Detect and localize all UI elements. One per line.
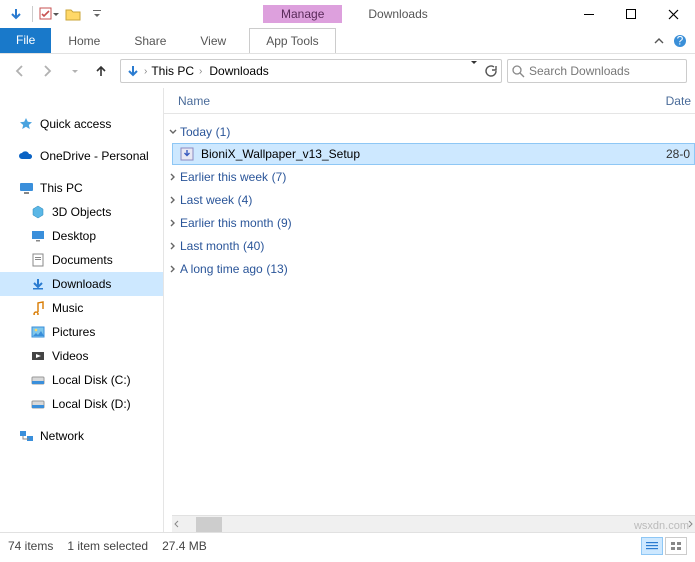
file-row-selected[interactable]: BioniX_Wallpaper_v13_Setup 28-0 [172, 143, 695, 165]
search-placeholder: Search Downloads [529, 64, 630, 78]
down-arrow-address-icon[interactable] [123, 61, 143, 81]
tab-share[interactable]: Share [117, 28, 183, 53]
recent-locations-button[interactable] [62, 59, 86, 83]
crumb-separator[interactable]: › [144, 66, 147, 77]
details-view-button[interactable] [641, 537, 663, 555]
file-groups: Today (1) BioniX_Wallpaper_v13_Setup 28-… [164, 114, 695, 515]
column-name[interactable]: Name [164, 94, 210, 108]
group-last-month[interactable]: Last month (40) [164, 234, 695, 257]
qat-folder-icon[interactable] [63, 3, 83, 25]
view-toggles [641, 537, 687, 555]
star-icon [18, 116, 34, 132]
help-icon[interactable]: ? [673, 34, 687, 48]
chevron-right-icon [166, 172, 180, 182]
tree-local-disk-c[interactable]: Local Disk (C:) [0, 368, 163, 392]
title-bar: Manage Downloads [0, 0, 695, 28]
tree-onedrive[interactable]: OneDrive - Personal [0, 144, 163, 168]
computer-icon [18, 180, 34, 196]
status-selection: 1 item selected [67, 539, 148, 553]
tree-music[interactable]: Music [0, 296, 163, 320]
group-last-week[interactable]: Last week (4) [164, 188, 695, 211]
tree-videos[interactable]: Videos [0, 344, 163, 368]
maximize-button[interactable] [613, 4, 649, 24]
svg-text:?: ? [677, 34, 684, 48]
watermark: wsxdn.com [634, 520, 689, 532]
tab-home[interactable]: Home [51, 28, 117, 53]
address-dropdown-icon[interactable] [470, 64, 477, 78]
window-title: Downloads [368, 7, 427, 21]
file-date: 28-0 [666, 147, 694, 161]
navigation-bar: › This PC› Downloads Search Downloads [0, 54, 695, 88]
qat-overflow-icon[interactable] [87, 3, 107, 25]
address-bar[interactable]: › This PC› Downloads [120, 59, 502, 83]
ribbon-expand-icon[interactable] [653, 35, 665, 47]
window-controls [571, 4, 691, 24]
contextual-tab-header: Manage [263, 5, 342, 23]
file-list-pane: Name Date Today (1) BioniX_Wallpaper_v13… [164, 88, 695, 532]
navigation-pane[interactable]: Quick access OneDrive - Personal This PC… [0, 88, 164, 532]
tree-quick-access[interactable]: Quick access [0, 112, 163, 136]
refresh-button[interactable] [483, 64, 497, 78]
downloads-icon [30, 276, 46, 292]
tab-app-tools[interactable]: App Tools [249, 28, 335, 53]
disk-icon [30, 396, 46, 412]
file-name: BioniX_Wallpaper_v13_Setup [201, 147, 360, 161]
group-a-long-time-ago[interactable]: A long time ago (13) [164, 257, 695, 280]
horizontal-scrollbar[interactable] [172, 515, 695, 532]
chevron-right-icon [166, 195, 180, 205]
scrollbar-thumb[interactable] [196, 517, 222, 532]
crumb-downloads[interactable]: Downloads [206, 60, 271, 82]
network-icon [18, 428, 34, 444]
tree-this-pc[interactable]: This PC [0, 176, 163, 200]
column-headers[interactable]: Name Date [164, 88, 695, 114]
cloud-icon [18, 148, 34, 164]
tree-3d-objects[interactable]: 3D Objects [0, 200, 163, 224]
column-date[interactable]: Date [666, 94, 695, 108]
documents-icon [30, 252, 46, 268]
group-today[interactable]: Today (1) [164, 120, 695, 143]
forward-button[interactable] [35, 59, 59, 83]
minimize-button[interactable] [571, 4, 607, 24]
crumb-this-pc[interactable]: This PC› [148, 60, 206, 82]
search-box[interactable]: Search Downloads [507, 59, 687, 83]
status-item-count: 74 items [8, 539, 53, 553]
qat-divider [32, 6, 33, 22]
thumbnails-view-button[interactable] [665, 537, 687, 555]
chevron-right-icon [166, 218, 180, 228]
tree-desktop[interactable]: Desktop [0, 224, 163, 248]
videos-icon [30, 348, 46, 364]
scroll-left-icon[interactable] [172, 519, 182, 529]
search-icon [512, 65, 525, 78]
tab-view[interactable]: View [183, 28, 243, 53]
tree-documents[interactable]: Documents [0, 248, 163, 272]
contextual-tab-group-label: Manage [263, 5, 342, 23]
qat-checkbox-icon[interactable] [39, 3, 59, 25]
group-earlier-this-month[interactable]: Earlier this month (9) [164, 211, 695, 234]
status-bar: 74 items 1 item selected 27.4 MB [0, 532, 695, 558]
quick-access-toolbar [4, 3, 107, 25]
installer-icon [179, 146, 195, 162]
music-icon [30, 300, 46, 316]
up-button[interactable] [89, 59, 113, 83]
ribbon-tabs: File Home Share View App Tools ? [0, 28, 695, 54]
tree-pictures[interactable]: Pictures [0, 320, 163, 344]
down-arrow-qat-icon[interactable] [6, 3, 26, 25]
file-tab[interactable]: File [0, 28, 51, 53]
tree-downloads[interactable]: Downloads [0, 272, 163, 296]
3d-objects-icon [30, 204, 46, 220]
content-area: Quick access OneDrive - Personal This PC… [0, 88, 695, 532]
chevron-down-icon [166, 127, 180, 137]
group-earlier-this-week[interactable]: Earlier this week (7) [164, 165, 695, 188]
chevron-right-icon [166, 241, 180, 251]
pictures-icon [30, 324, 46, 340]
disk-icon [30, 372, 46, 388]
back-button[interactable] [8, 59, 32, 83]
tree-network[interactable]: Network [0, 424, 163, 448]
close-button[interactable] [655, 4, 691, 24]
chevron-right-icon [166, 264, 180, 274]
status-size: 27.4 MB [162, 539, 207, 553]
desktop-icon [30, 228, 46, 244]
tree-local-disk-d[interactable]: Local Disk (D:) [0, 392, 163, 416]
